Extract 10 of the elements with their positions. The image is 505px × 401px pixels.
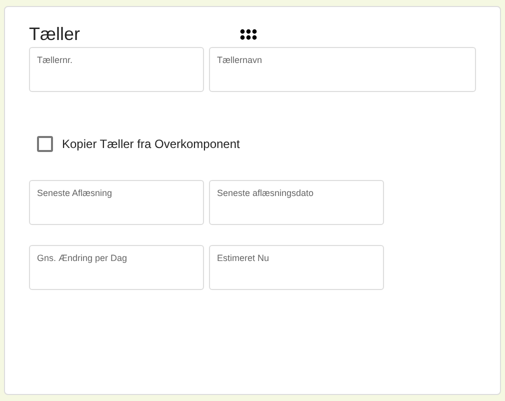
section-title: Tæller (29, 25, 80, 43)
drag-handle-icon[interactable] (240, 29, 258, 40)
input-field[interactable]: Gns. Ændring per Dag (29, 245, 204, 290)
checkbox[interactable] (37, 136, 53, 152)
input-field[interactable]: Estimeret Nu (209, 245, 384, 290)
input-field[interactable]: Tællernavn (209, 47, 476, 92)
input-field[interactable]: Seneste Aflæsning (29, 180, 204, 225)
checkbox-label[interactable]: Kopier Tæller fra Overkomponent (62, 135, 240, 153)
input-field[interactable]: Tællernr. (29, 47, 204, 92)
input-field[interactable]: Seneste aflæsningsdato (209, 180, 384, 225)
